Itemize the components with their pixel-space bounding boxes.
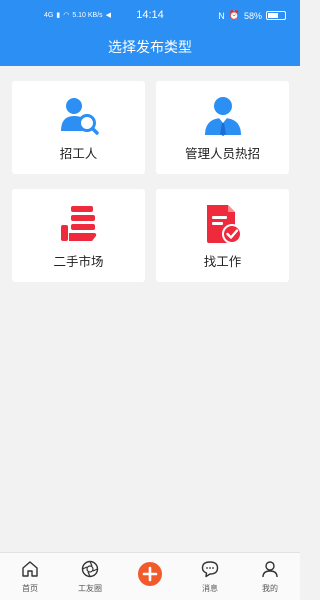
home-icon (22, 561, 38, 577)
card-find-job[interactable]: 找工作 (156, 189, 289, 282)
chat-bubble-icon (201, 561, 219, 578)
card-label: 管理人员热招 (184, 147, 260, 161)
battery-icon (266, 11, 286, 20)
tab-label: 首页 (22, 584, 38, 593)
user-icon (262, 561, 278, 578)
status-bar: 4G ▮ ◠ 5.10 KB/s ◀ 14:14 N ⏰ 58% (0, 0, 300, 30)
tab-mine[interactable]: 我的 (240, 553, 300, 600)
tab-label: 工友圈 (78, 584, 102, 593)
find-job-icon (207, 205, 242, 244)
status-right: N ⏰ 58% (218, 10, 286, 21)
alarm-icon: ⏰ (228, 10, 240, 20)
tab-home[interactable]: 首页 (0, 553, 60, 600)
card-second-hand-market[interactable]: 二手市场 (12, 189, 145, 282)
card-label: 找工作 (203, 255, 242, 269)
tab-workmates-circle[interactable]: 工友圈 (60, 553, 120, 600)
tab-label: 我的 (262, 584, 278, 593)
camera-shutter-icon (81, 560, 99, 578)
manager-icon (205, 97, 241, 136)
tab-publish[interactable] (120, 553, 180, 600)
page-title: 选择发布类型 (0, 30, 300, 66)
tab-label: 消息 (202, 584, 218, 593)
nfc-icon: N (218, 10, 225, 21)
publish-button[interactable] (138, 562, 162, 586)
plus-icon (142, 566, 158, 582)
bottom-tab-bar: 首页 工友圈 消息 我的 (0, 552, 300, 600)
tab-messages[interactable]: 消息 (180, 553, 240, 600)
card-manager-hiring[interactable]: 管理人员热招 (156, 81, 289, 174)
second-hand-market-icon (61, 206, 97, 241)
recruit-worker-icon (61, 98, 99, 135)
battery-percent: 58% (243, 10, 262, 21)
card-recruit-worker[interactable]: 招工人 (12, 81, 145, 174)
card-label: 招工人 (59, 147, 98, 161)
card-label: 二手市场 (53, 255, 104, 269)
